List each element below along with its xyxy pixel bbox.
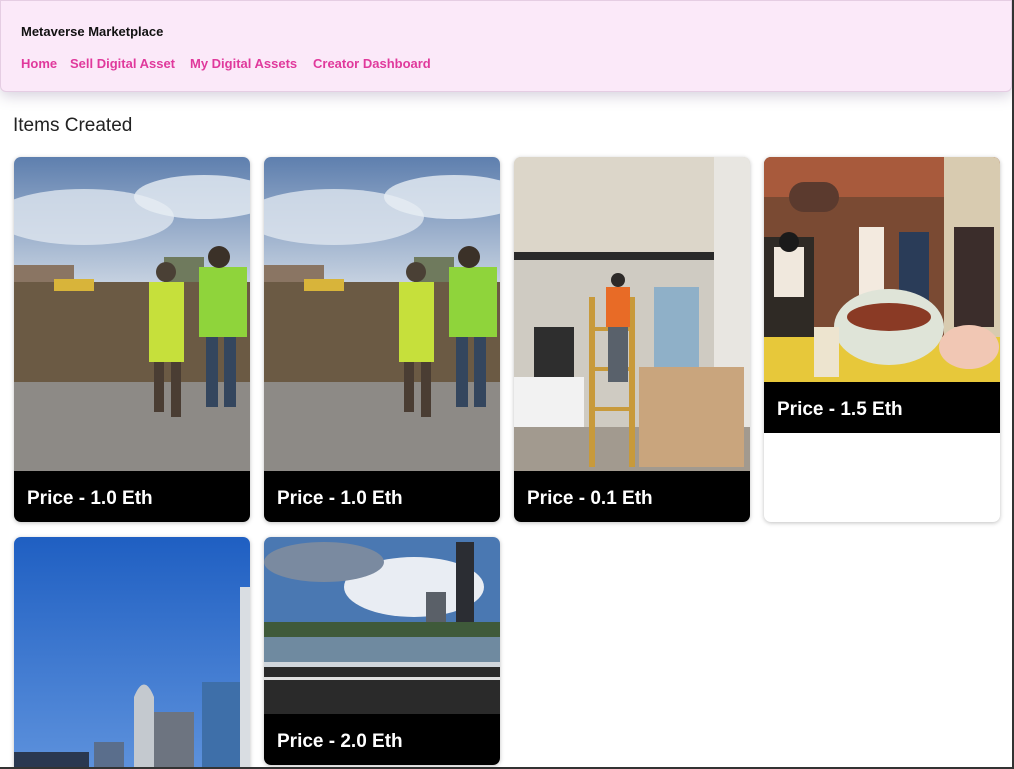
interior-worker-on-ladder-photo: [514, 157, 750, 471]
asset-card[interactable]: Price - 1.0 Eth: [264, 157, 500, 522]
price-label: Price - 1.5 Eth: [764, 382, 1000, 433]
asset-card[interactable]: Price - 2.0 Eth: [264, 537, 500, 765]
price-label: Price - 0.1 Eth: [514, 471, 750, 522]
asset-card[interactable]: Price - 1.5 Eth: [764, 157, 1000, 522]
asset-card[interactable]: Price - 0.1 Eth: [514, 157, 750, 522]
nav-link-sell-digital-asset[interactable]: Sell Digital Asset: [70, 56, 175, 71]
price-label: Price - 1.0 Eth: [14, 471, 250, 522]
asset-card[interactable]: Price - 1.0 Eth: [14, 157, 250, 522]
retro-diner-train-illustration: [764, 157, 1000, 382]
price-label: Price - 1.0 Eth: [264, 471, 500, 522]
construction-site-workers-photo: [264, 157, 500, 471]
nav-link-creator-dashboard[interactable]: Creator Dashboard: [313, 56, 431, 71]
section-title: Items Created: [13, 115, 133, 136]
page: Metaverse Marketplace Home Sell Digital …: [0, 0, 1014, 769]
price-label: Price - 2.0 Eth: [264, 714, 500, 765]
city-skyscrapers-blue-sky-photo: [14, 537, 250, 767]
construction-site-workers-photo: [14, 157, 250, 471]
asset-card[interactable]: [14, 537, 250, 767]
navbar: Metaverse Marketplace Home Sell Digital …: [0, 0, 1012, 92]
brand-title: Metaverse Marketplace: [21, 24, 164, 39]
nav-link-home[interactable]: Home: [21, 56, 57, 71]
lake-city-skyline-boat-photo: [264, 537, 500, 714]
nav-link-my-digital-assets[interactable]: My Digital Assets: [190, 56, 297, 71]
